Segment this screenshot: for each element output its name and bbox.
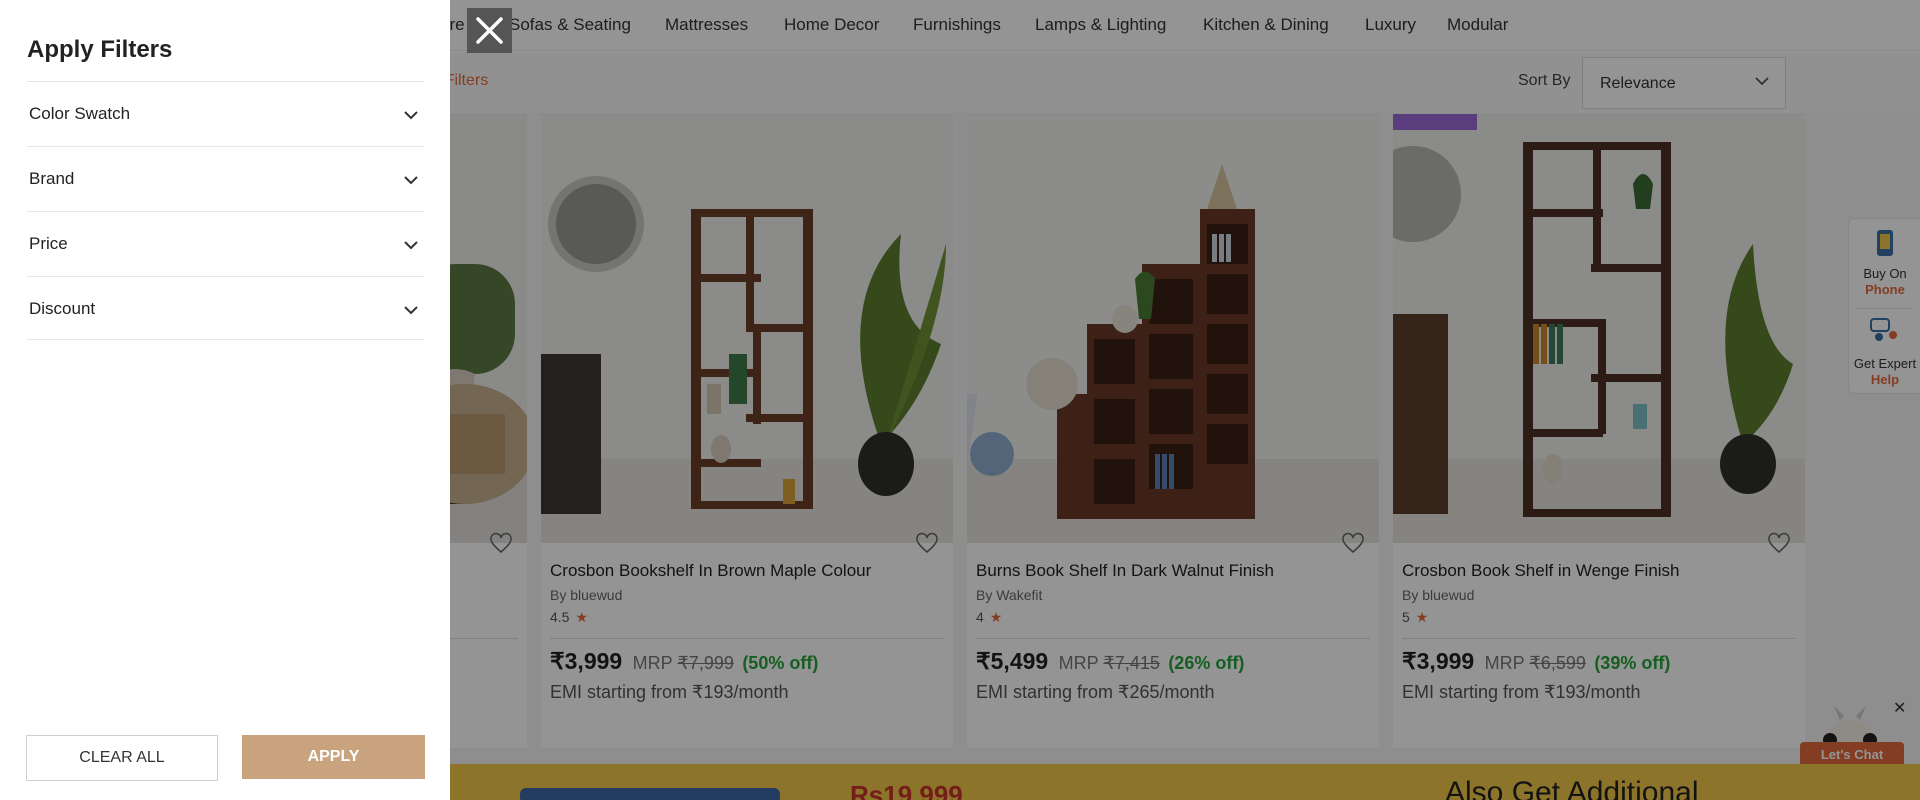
filter-label: Discount xyxy=(29,299,96,318)
chevron-down-icon xyxy=(404,241,418,250)
close-icon xyxy=(476,17,503,44)
drawer-title: Apply Filters xyxy=(27,36,173,63)
filter-brand[interactable]: Brand xyxy=(27,146,424,211)
filter-color-swatch[interactable]: Color Swatch xyxy=(27,81,424,146)
filter-label: Color Swatch xyxy=(29,104,131,123)
filter-label: Brand xyxy=(29,169,75,188)
chevron-down-icon xyxy=(404,176,418,185)
divider xyxy=(27,339,424,340)
apply-button[interactable]: APPLY xyxy=(242,735,425,779)
chevron-down-icon xyxy=(404,306,418,315)
filter-price[interactable]: Price xyxy=(27,211,424,276)
chevron-down-icon xyxy=(404,111,418,120)
close-drawer-button[interactable] xyxy=(467,8,512,53)
filter-discount[interactable]: Discount xyxy=(27,276,424,341)
clear-all-button[interactable]: CLEAR ALL xyxy=(26,735,218,781)
filter-drawer: Apply Filters Color Swatch Brand Price D… xyxy=(0,0,450,800)
filter-label: Price xyxy=(29,234,68,253)
